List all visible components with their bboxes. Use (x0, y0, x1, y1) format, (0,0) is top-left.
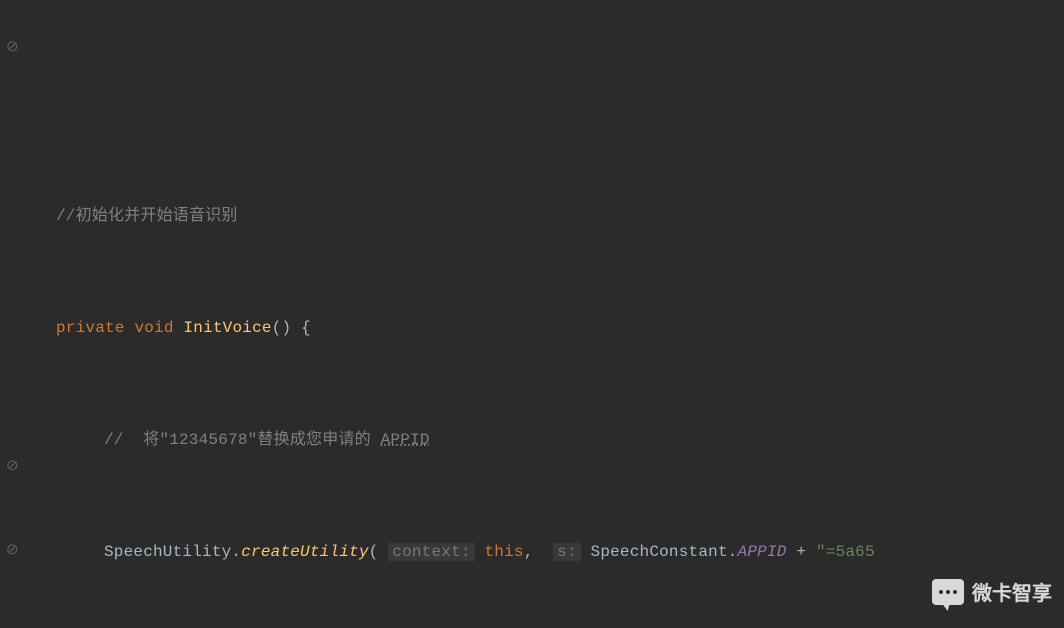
code-line[interactable]: SpeechUtility.createUtility( context: th… (0, 538, 1064, 566)
code-line[interactable]: // 将"12345678"替换成您申请的 APPID (0, 426, 1064, 454)
inlay-hint: s: (553, 543, 581, 561)
code-editor[interactable]: ⊘ ⊘ ⊘ //初始化并开始语音识别 private void InitVoic… (0, 0, 1064, 628)
comment: //初始化并开始语音识别 (56, 207, 238, 225)
watermark: 微卡智享 (932, 577, 1052, 606)
gutter-marker-icon: ⊘ (6, 453, 19, 481)
gutter-marker-icon: ⊘ (6, 34, 19, 62)
watermark-text: 微卡智享 (972, 577, 1052, 606)
code-line[interactable]: private void InitVoice() { (0, 314, 1064, 342)
wechat-icon (932, 579, 964, 605)
gutter-marker-icon: ⊘ (6, 537, 19, 565)
inlay-hint: context: (388, 543, 474, 561)
code-line[interactable]: //初始化并开始语音识别 (0, 202, 1064, 230)
